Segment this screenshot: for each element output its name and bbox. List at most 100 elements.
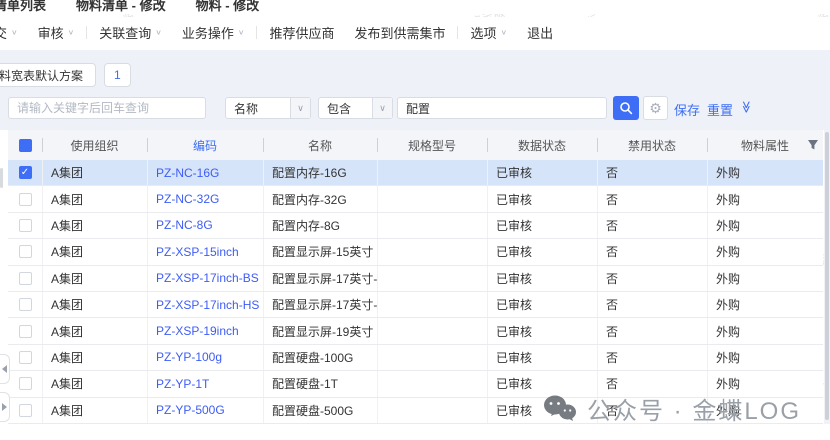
chevron-down-icon: ∨ (68, 28, 75, 37)
tab-list[interactable]: 清单列表 (0, 0, 46, 13)
material-code-link[interactable]: PZ-YP-100g (156, 350, 222, 364)
filter-settings-button[interactable]: ⚙ (643, 96, 668, 120)
filter-funnel-icon[interactable] (807, 139, 819, 151)
expand-panel-handle[interactable] (0, 392, 10, 422)
filter-value-input[interactable] (397, 97, 607, 119)
toolbar-divider (86, 26, 87, 39)
header-name[interactable]: 名称 (263, 130, 377, 160)
select-all-checkbox[interactable] (19, 139, 32, 152)
field-select[interactable]: 名称 ∨ (225, 97, 311, 119)
exit-button[interactable]: 退出 (517, 23, 563, 42)
cell-spec (377, 239, 487, 264)
cell-spec (377, 266, 487, 291)
left-scroll-nub[interactable] (0, 168, 3, 188)
material-table: 使用组织 编码 名称 规格型号 数据状态 禁用状态 物料属性 (8, 130, 823, 424)
table-header: 使用组织 编码 名称 规格型号 数据状态 禁用状态 物料属性 (8, 130, 823, 160)
row-checkbox[interactable] (19, 325, 32, 338)
app-window: 演示版演示版演示版演示版演示版演示版演示版演示版演示版演示版演示版演示版演示版演… (0, 0, 830, 440)
submit-menu[interactable]: 交 ∨ (0, 23, 28, 42)
cell-code: PZ-NC-32G (147, 186, 263, 211)
publish-market-button[interactable]: 发布到供需集市 (344, 23, 455, 42)
cell-spec (377, 398, 487, 423)
table-row[interactable]: A集团 PZ-XSP-17inch-HS 配置显示屏-17英寸-... 已审核 … (8, 292, 823, 318)
row-checkbox[interactable] (19, 272, 32, 285)
cell-status: 已审核 (487, 239, 597, 264)
cell-org: A集团 (42, 213, 147, 238)
chevron-down-icon: ∨ (155, 28, 162, 37)
row-checkbox[interactable] (19, 298, 32, 311)
row-checkbox[interactable]: ✓ (19, 166, 32, 179)
table-row[interactable]: A集团 PZ-NC-8G 配置内存-8G 已审核 否 外购 (8, 213, 823, 239)
cell-code: PZ-YP-500G (147, 398, 263, 423)
chevron-down-icon: ∨ (290, 98, 310, 118)
cell-code: PZ-XSP-15inch (147, 239, 263, 264)
table-row[interactable]: A集团 PZ-YP-500G 配置硬盘-500G 已审核 否 外购 (8, 398, 823, 424)
row-checkbox[interactable] (19, 351, 32, 364)
material-code-link[interactable]: PZ-XSP-17inch-BS (156, 271, 259, 285)
cell-attr: 外购 (707, 186, 823, 211)
row-checkbox[interactable] (19, 219, 32, 232)
material-code-link[interactable]: PZ-XSP-19inch (156, 324, 239, 338)
scrollbar-thumb[interactable] (825, 132, 829, 420)
keyword-search-input[interactable] (8, 97, 206, 119)
operator-select[interactable]: 包含 ∨ (318, 97, 393, 119)
header-disabled[interactable]: 禁用状态 (597, 130, 707, 160)
cell-code: PZ-XSP-19inch (147, 318, 263, 343)
header-status[interactable]: 数据状态 (487, 130, 597, 160)
field-select-value: 名称 (226, 100, 290, 117)
recommend-supplier-button[interactable]: 推荐供应商 (259, 23, 344, 42)
tab-material-edit[interactable]: 物料 - 修改 (196, 0, 260, 13)
row-checkbox-cell (8, 398, 42, 423)
header-spec[interactable]: 规格型号 (377, 130, 487, 160)
header-attr[interactable]: 物料属性 (707, 130, 823, 160)
material-code-link[interactable]: PZ-NC-32G (156, 192, 219, 206)
cell-attr: 外购 (707, 345, 823, 370)
scheme-chip[interactable]: 料宽表默认方案 (0, 63, 96, 87)
cell-code: PZ-NC-16G (147, 160, 263, 185)
options-menu[interactable]: 选项 ∨ (460, 23, 517, 42)
filter-panel: 料宽表默认方案 1 名称 ∨ 包含 ∨ ⚙ 保存 (0, 50, 830, 130)
search-button[interactable] (613, 96, 639, 120)
cell-name: 配置硬盘-1T (263, 371, 377, 396)
cell-org: A集团 (42, 160, 147, 185)
row-checkbox-cell (8, 292, 42, 317)
cell-org: A集团 (42, 239, 147, 264)
row-checkbox[interactable] (19, 245, 32, 258)
table-row[interactable]: A集团 PZ-YP-100g 配置硬盘-100G 已审核 否 外购 (8, 345, 823, 371)
row-checkbox[interactable] (19, 193, 32, 206)
scheme-count-chip[interactable]: 1 (104, 63, 131, 87)
material-code-link[interactable]: PZ-XSP-17inch-HS (156, 298, 259, 312)
material-code-link[interactable]: PZ-XSP-15inch (156, 245, 239, 259)
reset-filter-link[interactable]: 重置 (707, 100, 733, 119)
header-code[interactable]: 编码 (147, 130, 263, 160)
material-code-link[interactable]: PZ-YP-1T (156, 377, 209, 391)
tab-bom-edit[interactable]: 物料清单 - 修改 (76, 0, 166, 13)
save-filter-link[interactable]: 保存 (674, 100, 700, 119)
table-row[interactable]: A集团 PZ-XSP-15inch 配置显示屏-15英寸 已审核 否 外购 (8, 239, 823, 265)
header-org[interactable]: 使用组织 (42, 130, 147, 160)
cell-attr: 外购 (707, 239, 823, 264)
cell-name: 配置硬盘-100G (263, 345, 377, 370)
cell-name: 配置显示屏-17英寸-... (263, 292, 377, 317)
biz-operation-menu[interactable]: 业务操作 ∨ (172, 23, 255, 42)
expand-filter-icon[interactable]: ≫ (739, 101, 753, 112)
table-row[interactable]: A集团 PZ-XSP-19inch 配置显示屏-19英寸 已审核 否 外购 (8, 318, 823, 344)
vertical-scrollbar[interactable] (824, 130, 830, 424)
document-tab-bar: 清单列表 物料清单 - 修改 物料 - 修改 (0, 0, 830, 14)
cell-status: 已审核 (487, 266, 597, 291)
row-checkbox[interactable] (19, 404, 32, 417)
collapse-panel-handle[interactable] (0, 354, 10, 384)
cell-disabled: 否 (597, 160, 707, 185)
related-query-menu[interactable]: 关联查询 ∨ (89, 23, 172, 42)
material-code-link[interactable]: PZ-YP-500G (156, 403, 225, 417)
table-row[interactable]: A集团 PZ-XSP-17inch-BS 配置显示屏-17英寸-... 已审核 … (8, 266, 823, 292)
material-code-link[interactable]: PZ-NC-16G (156, 166, 219, 180)
row-checkbox[interactable] (19, 377, 32, 390)
table-row[interactable]: ✓ A集团 PZ-NC-16G 配置内存-16G 已审核 否 外购 (8, 160, 823, 186)
row-checkbox-cell (8, 213, 42, 238)
audit-menu[interactable]: 审核 ∨ (28, 23, 85, 42)
arrow-right-icon (2, 403, 7, 411)
table-row[interactable]: A集团 PZ-NC-32G 配置内存-32G 已审核 否 外购 (8, 186, 823, 212)
table-row[interactable]: A集团 PZ-YP-1T 配置硬盘-1T 已审核 否 外购 (8, 371, 823, 397)
material-code-link[interactable]: PZ-NC-8G (156, 218, 213, 232)
